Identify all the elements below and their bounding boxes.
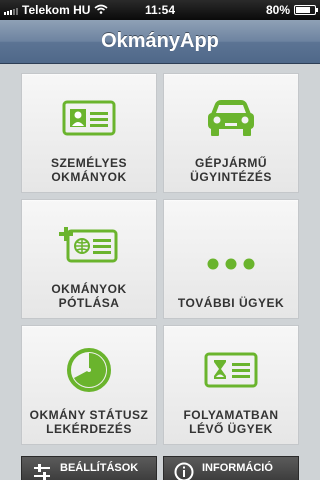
- hourglass-card-icon: [164, 346, 298, 394]
- bottom-bar: BEÁLLÍTÁSOK INFORMÁCIÓ: [21, 456, 299, 480]
- tile-label: OKMÁNYOK PÓTLÁSA: [51, 282, 127, 310]
- status-bar: Telekom HU 11:54 80%: [0, 0, 320, 20]
- tile-document-status[interactable]: OKMÁNY STÁTUSZ LEKÉRDEZÉS: [21, 325, 157, 445]
- tile-vehicle-administration[interactable]: GÉPJÁRMŰ ÜGYINTÉZÉS: [163, 73, 299, 193]
- app-title: OkmányApp: [101, 30, 219, 52]
- battery-icon: [294, 5, 318, 15]
- more-dots-icon: [164, 240, 298, 288]
- id-card-replace-icon: [22, 220, 156, 268]
- id-card-icon: [22, 94, 156, 142]
- info-button[interactable]: INFORMÁCIÓ: [163, 456, 299, 480]
- tile-other-matters[interactable]: TOVÁBBI ÜGYEK: [163, 199, 299, 319]
- tile-label: TOVÁBBI ÜGYEK: [177, 296, 285, 310]
- tile-label: SZEMÉLYES OKMÁNYOK: [50, 156, 128, 184]
- tile-label: OKMÁNY STÁTUSZ LEKÉRDEZÉS: [29, 408, 149, 436]
- settings-button[interactable]: BEÁLLÍTÁSOK: [21, 456, 157, 480]
- tile-document-replacement[interactable]: OKMÁNYOK PÓTLÁSA: [21, 199, 157, 319]
- battery-percent: 80%: [265, 3, 290, 17]
- settings-label: BEÁLLÍTÁSOK: [60, 462, 139, 474]
- tile-personal-documents[interactable]: SZEMÉLYES OKMÁNYOK: [21, 73, 157, 193]
- menu-grid: SZEMÉLYES OKMÁNYOK GÉPJÁRMŰ ÜGYINTÉZÉS O…: [21, 73, 299, 445]
- tile-label: FOLYAMATBAN LÉVŐ ÜGYEK: [183, 408, 279, 436]
- info-label: INFORMÁCIÓ: [202, 462, 273, 474]
- sliders-icon: [32, 462, 52, 480]
- info-icon: [174, 462, 194, 480]
- clock-icon: [22, 346, 156, 394]
- status-right: 80%: [265, 3, 318, 17]
- tile-pending-cases[interactable]: FOLYAMATBAN LÉVŐ ÜGYEK: [163, 325, 299, 445]
- tile-label: GÉPJÁRMŰ ÜGYINTÉZÉS: [190, 156, 272, 184]
- car-icon: [164, 94, 298, 142]
- navigation-bar: OkmányApp: [0, 20, 320, 64]
